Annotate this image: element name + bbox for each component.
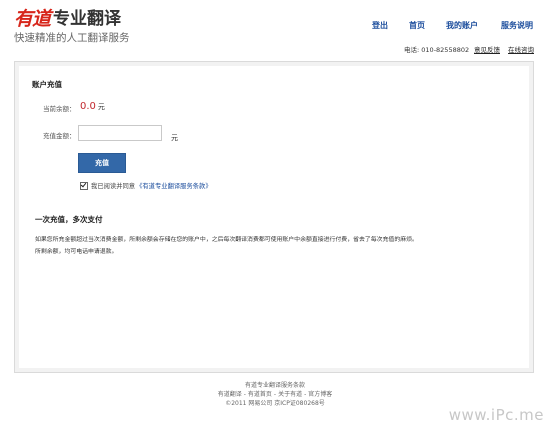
footer-separator: - <box>273 391 277 398</box>
balance-value: 0.0 元 <box>80 101 105 112</box>
info-line-2: 所剩余额，均可电话申请退款。 <box>35 249 118 255</box>
feedback-link[interactable]: 意见反馈 <box>474 46 500 55</box>
phone-number: 010-82558802 <box>421 46 470 54</box>
balance-label: 当前余额： <box>43 105 76 113</box>
footer-link-about[interactable]: 关于有道 <box>278 391 302 398</box>
amount-unit: 元 <box>171 134 178 142</box>
footer-separator: - <box>304 391 307 398</box>
amount-label: 充值金额： <box>43 132 76 140</box>
nav-my-account[interactable]: 我的账户 <box>446 20 478 32</box>
footer: 有道专业翻译服务条款 有道翻译 - 有道首页 - 关于有道 - 官方博客 ©2011 网易公… <box>0 381 550 408</box>
balance-amount: 0.0 <box>80 101 96 112</box>
nav-logout[interactable]: 登出 <box>372 20 388 32</box>
footer-link-blog[interactable]: 官方博客 <box>308 391 332 398</box>
footer-terms-link[interactable]: 有道专业翻译服务条款 <box>245 382 305 389</box>
footer-link-youdao-home[interactable]: 有道首页 <box>248 391 272 398</box>
nav-home[interactable]: 首页 <box>409 20 425 32</box>
main-nav: 登出 首页 我的账户 服务说明 <box>0 20 550 34</box>
watermark: www.iPc.me <box>448 406 544 424</box>
recharge-title: 账户充值 <box>32 80 62 89</box>
info-line-1: 如果您所充金额超过当次消费金额，所剩余额会存储在您的账户中，之后每次翻译消费都可… <box>35 237 418 243</box>
footer-links: 有道翻译 - 有道首页 - 关于有道 - 官方博客 <box>0 390 550 399</box>
phone-info: 电话: 010-82558802 <box>404 46 469 55</box>
amount-input[interactable] <box>78 125 162 141</box>
phone-label: 电话: <box>404 46 420 54</box>
footer-link-youdao-translate[interactable]: 有道翻译 <box>218 391 242 398</box>
terms-link[interactable]: 《有道专业翻译服务条款》 <box>136 181 212 190</box>
recharge-button[interactable]: 充值 <box>78 153 126 173</box>
agree-checkbox[interactable] <box>80 181 88 190</box>
agreement-row: 我已阅读并同意 《有道专业翻译服务条款》 <box>80 181 212 190</box>
info-title: 一次充值，多次支付 <box>35 215 103 224</box>
agree-text: 我已阅读并同意 <box>91 183 136 190</box>
balance-unit: 元 <box>97 103 105 111</box>
header: 有道 专业翻译 快速精准的人工翻译服务 登出 首页 我的账户 服务说明 电话: … <box>0 0 550 62</box>
footer-separator: - <box>243 391 246 398</box>
nav-service-info[interactable]: 服务说明 <box>501 20 533 32</box>
online-consult-link[interactable]: 在线咨询 <box>508 46 534 55</box>
